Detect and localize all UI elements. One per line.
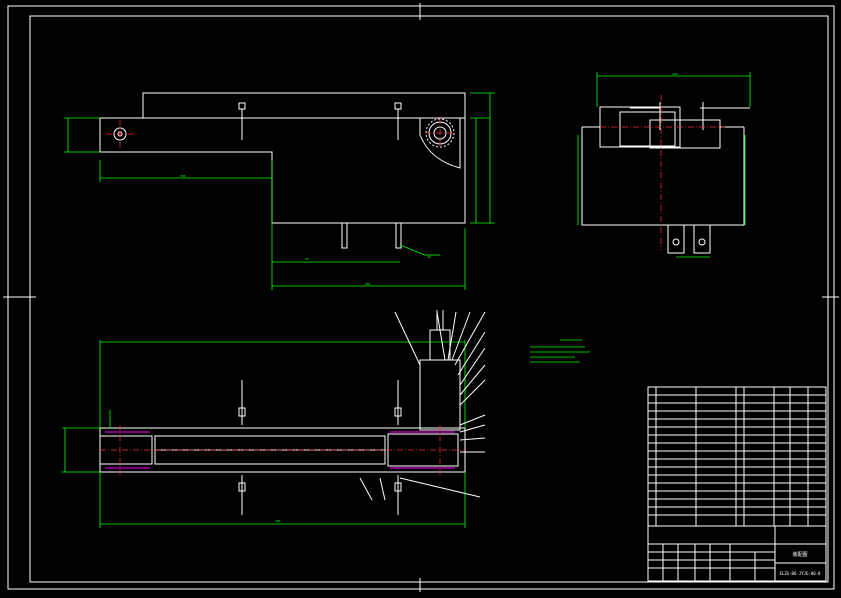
drawing-title: 装配图 (792, 551, 807, 558)
technical-notes (530, 339, 590, 363)
top-view: 380 (62, 310, 486, 528)
svg-text:380: 380 (180, 174, 186, 178)
cad-drawing-sheet: 380 90 380 18 190 380 装配图 ELZG-B6-JYJG-0… (0, 0, 841, 594)
sheet-border (3, 3, 839, 592)
svg-text:380: 380 (365, 282, 371, 286)
svg-text:380: 380 (275, 519, 281, 523)
title-block: 装配图 ELZG-B6-JYJG-00-0 (647, 525, 827, 582)
front-view: 380 90 380 18 (64, 92, 495, 290)
side-view: 190 (577, 72, 751, 258)
drawing-number: ELZG-B6-JYJG-00-0 (780, 571, 822, 576)
parts-list (647, 386, 827, 527)
svg-text:190: 190 (672, 72, 678, 76)
svg-text:90: 90 (305, 257, 309, 261)
cad-canvas: 380 90 380 18 190 380 装配图 ELZG-B6-JYJG-0… (3, 3, 839, 592)
svg-text:18: 18 (427, 255, 431, 259)
